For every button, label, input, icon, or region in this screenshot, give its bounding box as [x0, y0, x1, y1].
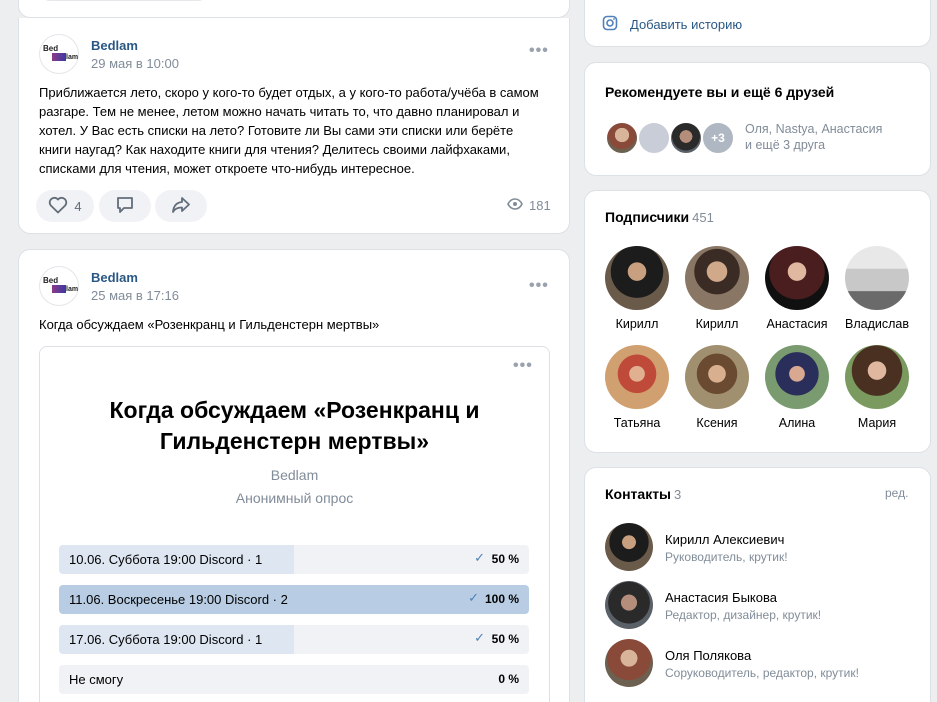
subscriber-name[interactable]: Мария [837, 416, 917, 430]
poll-post-card: Bed lam Bedlam 25 мая в 17:16 ••• Когда о… [18, 249, 570, 702]
eye-icon [507, 198, 523, 213]
contact-avatar[interactable] [605, 581, 653, 629]
post-author[interactable]: Bedlam [91, 38, 138, 53]
contact-name[interactable]: Кирилл Алексиевич [665, 532, 784, 547]
post-date[interactable]: 29 мая в 10:00 [91, 56, 179, 71]
recommend-more[interactable]: и ещё 3 друга [745, 138, 825, 152]
subscribers-card: Подписчики 451 Кирилл Кирилл Анастасия Вл… [584, 190, 931, 453]
check-icon: ✓ [468, 590, 479, 605]
post-text-line: хотел. У Вас есть списки на лето? Готови… [39, 123, 514, 138]
subscribers-count: 451 [692, 210, 714, 225]
post-text: Приближается лето, скоро у кого-то будет… [39, 83, 554, 178]
community-avatar[interactable]: Bed lam [39, 266, 79, 306]
subscriber-name[interactable]: Татьяна [597, 416, 677, 430]
recommend-names[interactable]: Оля, Nastya, Анастасия [745, 122, 882, 136]
poll-type: Анонимный опрос [235, 490, 354, 506]
poll-option-percent: 0 % [498, 672, 519, 686]
contact-role: Руководитель, крутик! [665, 550, 788, 564]
more-friends-count: +3 [711, 131, 725, 145]
post-author[interactable]: Bedlam [91, 270, 138, 285]
previous-post-card [18, 0, 570, 18]
poll-more-icon[interactable]: ••• [513, 357, 533, 375]
contacts-card: Контакты 3 ред. Кирилл Алексиевич Руковод… [584, 467, 931, 702]
instagram-icon [602, 15, 618, 34]
more-icon[interactable]: ••• [529, 277, 549, 295]
add-story-link[interactable]: Добавить историю [630, 17, 742, 32]
subscriber-name[interactable]: Ксения [677, 416, 757, 430]
subscribers-label: Подписчики [605, 209, 690, 225]
views-count: 181 [529, 198, 551, 213]
heart-icon [48, 196, 68, 217]
subscriber-name[interactable]: Кирилл [677, 317, 757, 331]
contact-name[interactable]: Анастасия Быкова [665, 590, 777, 605]
poll-option-percent: 50 % [491, 632, 519, 646]
check-icon: ✓ [474, 630, 485, 645]
share-button[interactable] [155, 190, 207, 222]
more-friends-badge[interactable]: +3 [701, 121, 735, 155]
share-icon [171, 196, 191, 217]
post-text: Когда обсуждаем «Розенкранц и Гильденсте… [39, 317, 380, 332]
views-counter: 181 [507, 198, 551, 213]
more-icon[interactable]: ••• [529, 42, 549, 60]
subscriber-avatar[interactable] [845, 345, 909, 409]
poll-author[interactable]: Bedlam [40, 467, 549, 483]
contacts-title[interactable]: Контакты 3 [605, 486, 681, 502]
like-button[interactable]: 4 [36, 190, 94, 222]
poll-option-label: Не смогу [69, 672, 124, 687]
contact-name[interactable]: Оля Полякова [665, 648, 751, 663]
contact-avatar[interactable] [605, 523, 653, 571]
contact-role: Редактор, дизайнер, крутик! [665, 608, 822, 622]
contacts-label: Контакты [605, 486, 672, 502]
story-card: Добавить историю [584, 0, 931, 47]
post-date[interactable]: 25 мая в 17:16 [91, 288, 179, 303]
post-card: Bed lam Bedlam 29 мая в 10:00 ••• Приближ… [18, 18, 570, 234]
poll-option-label: 17.06. Суббота 19:00 Discord · 1 [69, 632, 263, 647]
post-text-line: книги наугад? Как находите книги для чте… [39, 142, 510, 157]
poll-option[interactable]: 17.06. Суббота 19:00 Discord · 1 ✓ 50 % [59, 625, 529, 654]
comment-icon [115, 196, 135, 217]
poll-title-line: Гильденстерн мертвы» [159, 428, 430, 454]
poll-option-label: 11.06. Воскресенье 19:00 Discord · 2 [69, 592, 288, 607]
subscribers-title[interactable]: Подписчики 451 [605, 209, 714, 225]
like-count: 4 [74, 198, 82, 214]
subscriber-avatar[interactable] [685, 246, 749, 310]
previous-post-button[interactable] [43, 0, 205, 1]
poll-option[interactable]: Не смогу 0 % [59, 665, 529, 694]
poll-title-line: Когда обсуждаем «Розенкранц и [109, 397, 480, 423]
poll-option-percent: 50 % [491, 552, 519, 566]
subscriber-name[interactable]: Кирилл [597, 317, 677, 331]
subscriber-avatar[interactable] [605, 246, 669, 310]
poll: ••• Когда обсуждаем «Розенкранц и Гильде… [39, 346, 550, 702]
recommend-title: Рекомендуете вы и ещё 6 друзей [605, 84, 835, 100]
subscriber-avatar[interactable] [605, 345, 669, 409]
recommend-card: Рекомендуете вы и ещё 6 друзей +3 Оля, N… [584, 62, 931, 176]
comment-button[interactable] [99, 190, 151, 222]
contact-role: Соруководитель, редактор, крутик! [665, 666, 859, 680]
contact-avatar[interactable] [605, 639, 653, 687]
poll-option-label: 10.06. Суббота 19:00 Discord · 1 [69, 552, 263, 567]
friend-avatar[interactable] [669, 121, 703, 155]
poll-option[interactable]: 11.06. Воскресенье 19:00 Discord · 2 ✓ 1… [59, 585, 529, 614]
subscriber-avatar[interactable] [845, 246, 909, 310]
subscriber-avatar[interactable] [765, 246, 829, 310]
subscriber-name[interactable]: Владислав [837, 317, 917, 331]
subscriber-name[interactable]: Анастасия [757, 317, 837, 331]
post-text-line: разгаре. Тем не менее, летом можно начат… [39, 104, 520, 119]
subscriber-name[interactable]: Алина [757, 416, 837, 430]
edit-link[interactable]: ред. [885, 486, 908, 500]
friend-avatar[interactable] [637, 121, 671, 155]
poll-option-percent: 100 % [484, 592, 519, 606]
poll-option[interactable]: 10.06. Суббота 19:00 Discord · 1 ✓ 50 % [59, 545, 529, 574]
subscriber-avatar[interactable] [765, 345, 829, 409]
subscriber-avatar[interactable] [685, 345, 749, 409]
friend-avatar[interactable] [605, 121, 639, 155]
community-avatar[interactable]: Bed lam [39, 34, 79, 74]
post-text-line: Приближается лето, скоро у кого-то будет… [39, 85, 539, 100]
check-icon: ✓ [474, 550, 485, 565]
post-text-line: списками для чтения, может откроете что-… [39, 161, 415, 176]
contacts-count: 3 [674, 487, 682, 502]
